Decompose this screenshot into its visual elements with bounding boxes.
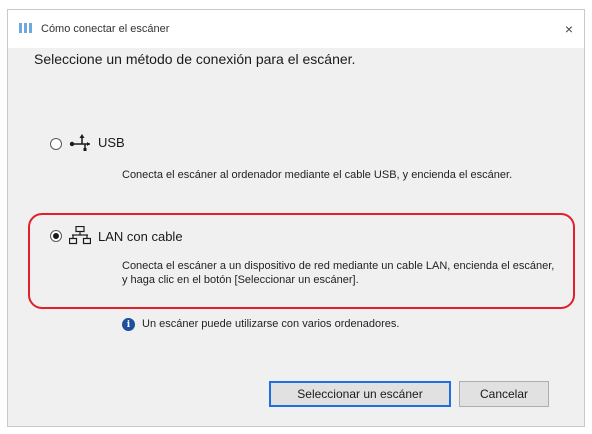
usb-description: Conecta el escáner al ordenador mediante… (122, 169, 513, 181)
window-title: Cómo conectar el escáner (41, 23, 170, 35)
cancel-button[interactable]: Cancelar (459, 381, 549, 407)
scanner-app-icon (19, 23, 32, 33)
instruction-heading: Seleccione un método de conexión para el… (34, 51, 356, 67)
select-scanner-button[interactable]: Seleccionar un escáner (269, 381, 451, 407)
usb-radio[interactable] (50, 138, 62, 150)
info-icon: i (122, 318, 135, 331)
usb-label: USB (98, 135, 125, 150)
title-bar: Cómo conectar el escáner × (8, 10, 584, 48)
close-icon: × (564, 21, 574, 37)
usb-icon (69, 134, 90, 151)
close-button[interactable]: × (558, 18, 580, 40)
lan-option-highlight (28, 213, 575, 309)
info-message: Un escáner puede utilizarse con varios o… (142, 318, 400, 330)
